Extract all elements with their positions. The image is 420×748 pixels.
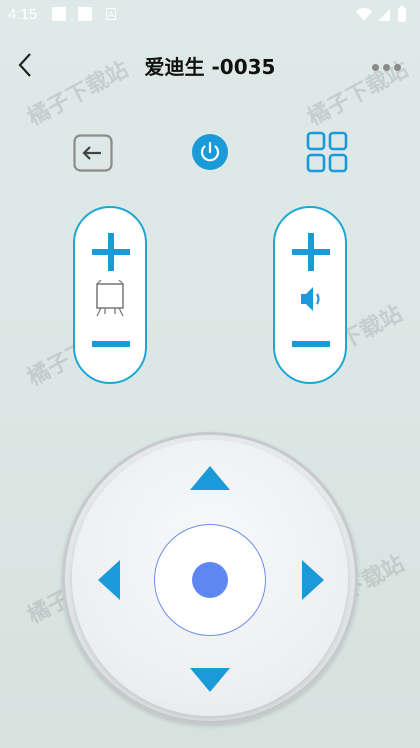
- menu-button[interactable]: [306, 131, 348, 173]
- notification-square-icon: [78, 7, 92, 21]
- arrow-up-icon: [190, 466, 230, 490]
- left-button[interactable]: [92, 556, 126, 604]
- system-icons: [354, 6, 414, 28]
- channel-up-button[interactable]: [75, 230, 145, 274]
- minus-icon: [292, 341, 330, 347]
- channel-label: [75, 279, 145, 322]
- arrow-down-icon: [190, 668, 230, 692]
- input-source-button[interactable]: [73, 134, 113, 172]
- channel-down-button[interactable]: [75, 334, 145, 354]
- page-title: 爱迪生 -0035: [144, 55, 276, 79]
- arrow-left-icon: [98, 560, 120, 600]
- volume-up-button[interactable]: [275, 230, 345, 274]
- plus-icon: [292, 233, 330, 271]
- speaker-icon: [301, 287, 320, 311]
- up-button[interactable]: [186, 462, 234, 496]
- channel-control: [73, 206, 147, 384]
- volume-down-button[interactable]: [275, 334, 345, 354]
- ok-dot-icon: [192, 562, 228, 598]
- status-bar: 4:15 A: [0, 0, 420, 30]
- notification-a-icon: A: [106, 8, 116, 20]
- more-dots-icon: [372, 64, 379, 71]
- more-dots-icon: [383, 64, 390, 71]
- more-button[interactable]: [372, 56, 408, 72]
- tv-channel-icon: [96, 279, 124, 317]
- notification-square-icon: [52, 7, 66, 21]
- right-button[interactable]: [296, 556, 330, 604]
- control-row: [0, 130, 420, 176]
- minus-icon: [92, 341, 130, 347]
- power-button[interactable]: [192, 134, 228, 170]
- app-header: 爱迪生 -0035: [0, 30, 420, 100]
- arrow-right-icon: [302, 560, 324, 600]
- power-icon: [192, 134, 228, 170]
- ok-button[interactable]: [154, 524, 266, 636]
- plus-icon: [92, 233, 130, 271]
- input-source-icon: [73, 134, 113, 172]
- volume-control: [273, 206, 347, 384]
- wifi-icon: [356, 6, 406, 22]
- status-time: 4:15: [8, 6, 38, 23]
- more-dots-icon: [394, 64, 401, 71]
- volume-label: [275, 282, 345, 316]
- grid-menu-icon: [306, 131, 348, 173]
- down-button[interactable]: [186, 662, 234, 696]
